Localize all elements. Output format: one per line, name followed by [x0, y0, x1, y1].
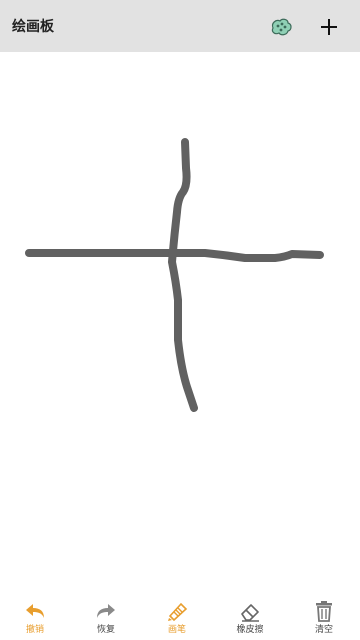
eraser-button[interactable]: 橡皮擦	[222, 596, 278, 640]
trash-icon	[316, 601, 332, 622]
app-bar: 绘画板	[0, 0, 360, 52]
brush-icon	[168, 602, 188, 622]
eraser-icon	[241, 604, 259, 622]
palette-button[interactable]	[268, 15, 294, 39]
plus-icon	[321, 19, 337, 35]
bottom-toolbar: 撤销 恢复 画笔 橡皮擦 清空	[0, 596, 360, 640]
add-button[interactable]	[316, 14, 342, 40]
brush-label: 画笔	[167, 625, 186, 635]
undo-icon	[26, 604, 44, 618]
page-title: 绘画板	[12, 19, 54, 35]
clear-button[interactable]: 清空	[296, 596, 352, 640]
redo-icon	[97, 604, 115, 618]
stroke-vertical	[168, 138, 198, 412]
undo-label: 撤销	[25, 625, 44, 635]
undo-button[interactable]: 撤销	[7, 596, 63, 640]
drawing-canvas[interactable]	[0, 52, 360, 596]
palette-icon	[271, 18, 292, 36]
clear-label: 清空	[314, 625, 333, 635]
brush-button[interactable]: 画笔	[149, 596, 205, 640]
redo-label: 恢复	[96, 625, 115, 635]
canvas-surface	[25, 138, 324, 412]
redo-button[interactable]: 恢复	[78, 596, 134, 640]
eraser-label: 橡皮擦	[236, 625, 264, 635]
